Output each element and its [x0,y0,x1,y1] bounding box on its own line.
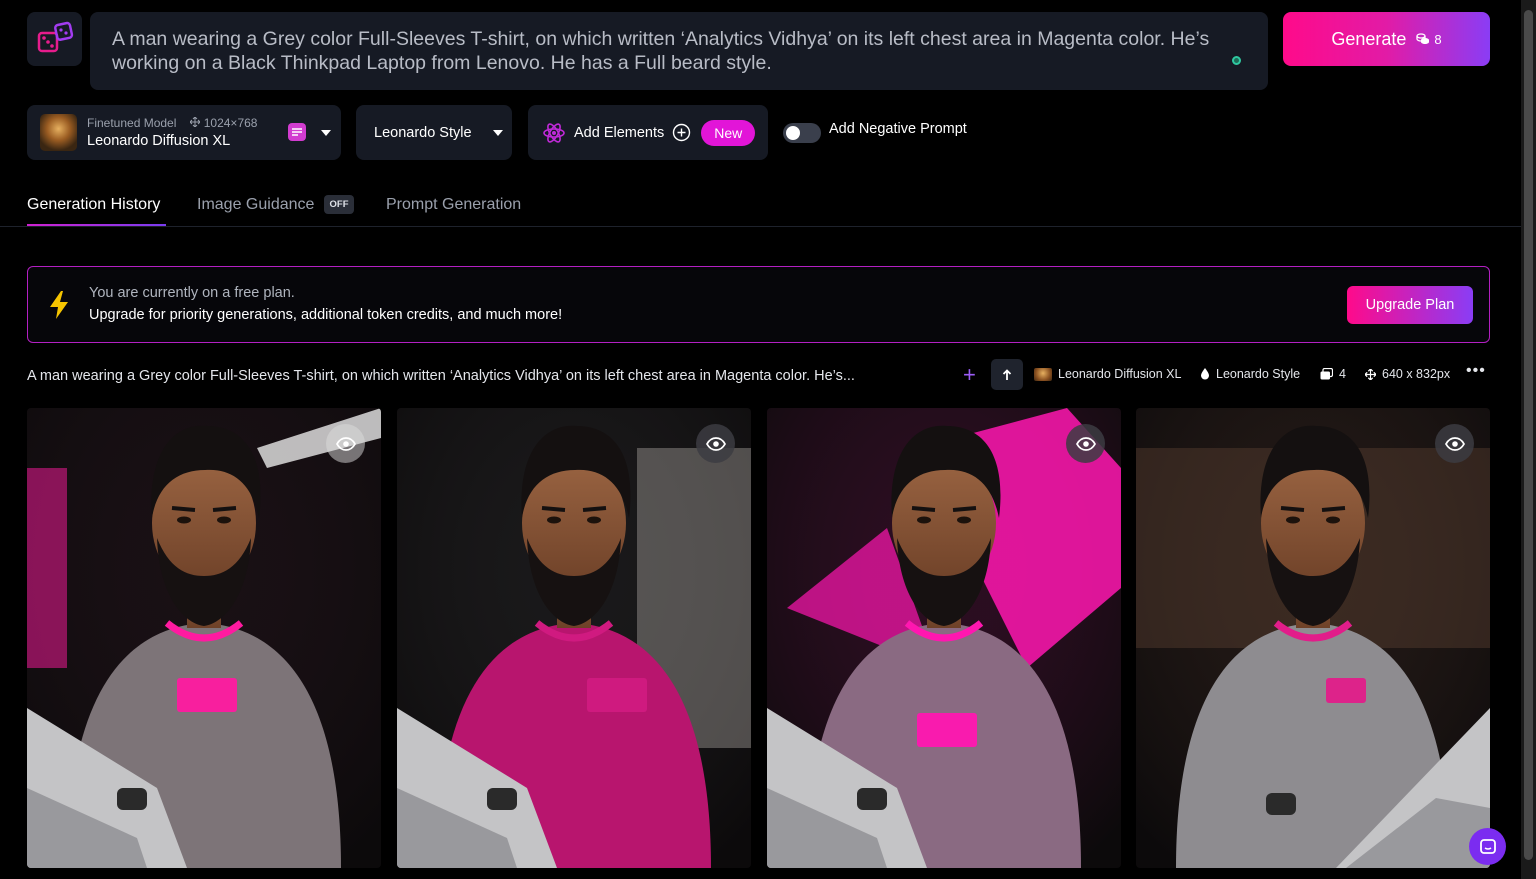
move-icon [1365,368,1376,380]
history-size: 640 x 832px [1365,367,1450,381]
free-plan-banner [27,266,1490,343]
negative-prompt-toggle[interactable] [783,123,821,143]
model-selector[interactable]: Finetuned Model 1024×768 Leonardo Diffus… [27,105,341,160]
token-cost-value: 8 [1434,31,1442,47]
generated-image-3[interactable] [767,408,1121,868]
model-resolution: 1024×768 [190,116,257,130]
generated-image-4[interactable] [1136,408,1490,868]
portrait-illustration [397,408,751,868]
portrait-illustration [27,408,381,868]
image-guidance-off-badge: OFF [324,195,354,214]
view-image-button[interactable] [1435,424,1474,463]
move-icon [190,116,201,128]
coins-icon [1416,33,1430,44]
model-thumbnail [40,114,77,151]
dice-icon [37,21,73,53]
prompt-text[interactable]: A man wearing a Grey color Full-Sleeves … [112,28,1209,74]
eye-icon [1075,436,1096,451]
portrait-illustration [1136,408,1490,868]
scrollbar-thumb[interactable] [1524,10,1533,860]
add-elements-label: Add Elements [574,124,665,141]
reuse-prompt-button[interactable] [991,359,1023,390]
eye-icon [335,436,356,451]
add-elements-button[interactable]: Add Elements New [528,105,768,160]
new-badge: New [701,119,756,146]
chat-support-button[interactable] [1469,828,1506,865]
style-label: Leonardo Style [374,124,472,141]
model-resolution-value: 1024×768 [203,116,258,130]
atom-icon [543,122,565,143]
token-cost: 8 [1416,31,1442,47]
status-dot-icon [1232,56,1241,65]
lightning-icon [50,291,68,319]
chevron-down-icon [493,130,503,136]
plus-icon[interactable]: + [963,362,976,388]
history-style-name: Leonardo Style [1216,367,1301,381]
generated-image-1[interactable] [27,408,381,868]
prompt-input[interactable]: A man wearing a Grey color Full-Sleeves … [90,12,1268,90]
view-image-button[interactable] [1066,424,1105,463]
view-image-button[interactable] [326,424,365,463]
portrait-illustration [767,408,1121,868]
eye-icon [1444,436,1465,451]
tab-generation-history[interactable]: Generation History [27,196,160,214]
chevron-down-icon [321,130,331,136]
chat-icon [1479,838,1496,854]
eye-icon [705,436,726,451]
model-mini-thumbnail [1034,367,1052,381]
tab-divider [0,226,1521,227]
model-name: Leonardo Diffusion XL [87,133,231,149]
view-image-button[interactable] [696,424,735,463]
negative-prompt-label: Add Negative Prompt [829,121,967,137]
history-style: Leonardo Style [1200,367,1300,381]
banner-message: Upgrade for priority generations, additi… [89,307,563,323]
random-prompt-button[interactable] [27,12,82,66]
arrow-up-icon [1002,368,1012,380]
plus-circle-icon [673,123,691,142]
history-count-value: 4 [1339,367,1346,381]
style-selector[interactable]: Leonardo Style [356,105,512,160]
generate-label: Generate [1331,28,1407,49]
banner-title: You are currently on a free plan. [89,285,295,301]
tab-image-guidance[interactable]: Image Guidance [197,196,314,214]
generate-button[interactable]: Generate 8 [1283,12,1490,66]
drop-icon [1201,368,1209,380]
model-settings-icon[interactable] [288,123,306,141]
more-options-icon[interactable]: ••• [1466,362,1486,380]
history-model: Leonardo Diffusion XL [1034,367,1181,381]
generated-image-2[interactable] [397,408,751,868]
history-model-name: Leonardo Diffusion XL [1058,367,1182,381]
images-icon [1320,368,1333,380]
history-size-value: 640 x 832px [1382,367,1451,381]
upgrade-plan-button[interactable]: Upgrade Plan [1347,286,1473,324]
model-caption: Finetuned Model [87,116,177,130]
history-count: 4 [1320,367,1346,381]
tab-prompt-generation[interactable]: Prompt Generation [386,196,521,214]
history-prompt[interactable]: A man wearing a Grey color Full-Sleeves … [27,368,917,384]
